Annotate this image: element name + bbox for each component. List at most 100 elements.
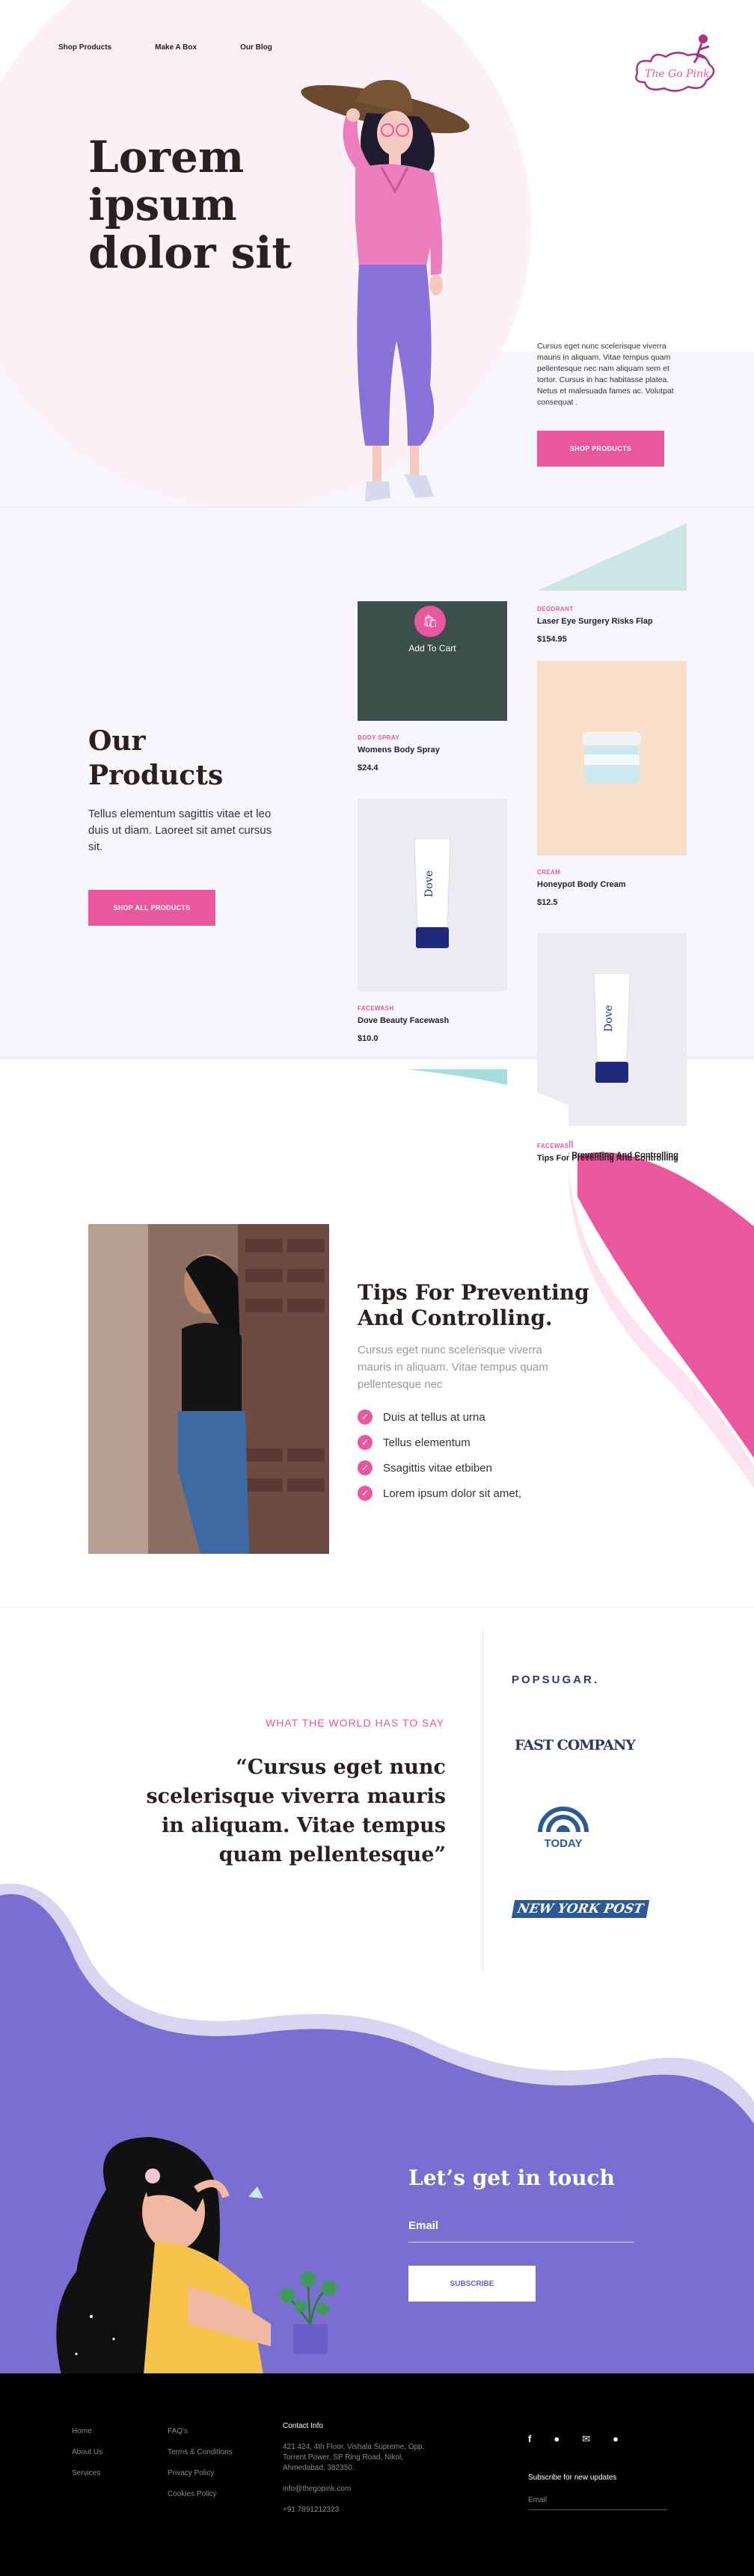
list-item-label: Ssagittis vitae etbiben bbox=[383, 1461, 492, 1475]
mail-icon[interactable]: ✉ bbox=[582, 2433, 590, 2445]
footer-contact-heading: Contact Info bbox=[283, 2422, 323, 2430]
footer-link-terms[interactable]: Terms & Conditions bbox=[168, 2442, 233, 2463]
product-category: FACEWASH bbox=[537, 1143, 574, 1149]
product-price: $154.95 bbox=[537, 635, 567, 644]
product-price: $24.4 bbox=[358, 763, 378, 772]
hero-woman-illustration bbox=[301, 79, 470, 502]
footer: Home About Us Services FAQ's Terms & Con… bbox=[0, 2373, 754, 2576]
chat-icon[interactable]: ● bbox=[613, 2433, 619, 2445]
footer-address-line: 421 424, 4th Floor, Vishala Supreme, Opp… bbox=[283, 2443, 425, 2451]
subscribe-heading: Subscribe for new updates bbox=[528, 2474, 617, 2482]
product-category: CREAM bbox=[537, 869, 561, 876]
product-name[interactable]: Womens Body Spray bbox=[358, 746, 507, 754]
press-divider bbox=[482, 1629, 483, 1973]
products-section-title: Our Products bbox=[88, 724, 223, 793]
product-name[interactable]: Dove Beauty Facewash bbox=[358, 1016, 507, 1025]
product-price: $10.0 bbox=[358, 1034, 378, 1043]
tips-list: ✓ Duis at tellus at urna ✓ Tellus elementu… bbox=[358, 1404, 521, 1506]
check-icon: ✓ bbox=[358, 1486, 373, 1501]
product-name[interactable]: Tips For Preventing And Controlling bbox=[537, 1154, 687, 1163]
footer-email[interactable]: info@thegopink.com bbox=[283, 2484, 447, 2494]
social-links: f ● ✉ ● bbox=[528, 2433, 619, 2445]
products-title-line: Our bbox=[88, 725, 146, 757]
product-image: Dove bbox=[358, 799, 507, 992]
today-logo[interactable]: TODAY bbox=[536, 1805, 591, 1854]
facebook-icon[interactable]: f bbox=[528, 2433, 531, 2445]
nav-shop-products[interactable]: Shop Products bbox=[58, 43, 111, 52]
footer-address-line: Ahmedabad, 382350. bbox=[283, 2464, 355, 2472]
products-section-description: Tellus elementum sagittis vitae et leo d… bbox=[88, 808, 272, 853]
hero-description: Cursus eget nunc scelerisque viverra mau… bbox=[537, 342, 674, 407]
today-logo-text: TODAY bbox=[544, 1837, 583, 1850]
brand-logo-mark bbox=[635, 34, 715, 92]
fast-company-logo[interactable]: FAST COMPANY bbox=[515, 1737, 636, 1753]
svg-text:Dove: Dove bbox=[423, 870, 435, 897]
shop-products-button[interactable]: SHOP PRODUCTS bbox=[537, 431, 664, 467]
footer-link-home[interactable]: Home bbox=[72, 2421, 102, 2442]
product-card[interactable]: 🛍 Add To Cart BODY SPRAY Womens Body Spr… bbox=[358, 601, 507, 772]
whatsapp-icon[interactable]: ● bbox=[554, 2433, 560, 2445]
svg-text:Dove: Dove bbox=[603, 1005, 615, 1032]
nav-make-a-box[interactable]: Make A Box bbox=[155, 43, 197, 52]
footer-link-cookies[interactable]: Cookies Policy bbox=[168, 2484, 233, 2505]
press-eyebrow: WHAT THE WORLD HAS TO SAY bbox=[266, 1717, 444, 1729]
dove-facewash-tube: Dove bbox=[414, 839, 451, 948]
footer-link-services[interactable]: Services bbox=[72, 2463, 102, 2484]
main-nav: Shop Products Make A Box Our Blog bbox=[58, 43, 272, 52]
subscribe-button[interactable]: SUBSCRIBE bbox=[408, 2266, 536, 2302]
hero-title-line: Lorem bbox=[88, 132, 245, 182]
list-item: ✓ Tellus elementum bbox=[358, 1430, 521, 1455]
product-category: DEODRANT bbox=[537, 606, 574, 612]
list-item-label: Lorem ipsum dolor sit amet, bbox=[383, 1487, 522, 1500]
footer-link-privacy[interactable]: Privacy Policy bbox=[168, 2463, 233, 2484]
footer-col-main: Home About Us Services bbox=[72, 2421, 102, 2484]
footer-contact: Contact Info 421 424, 4th Floor, Vishala… bbox=[283, 2421, 447, 2515]
add-to-cart-button[interactable]: Add To Cart bbox=[358, 643, 507, 654]
cart-icon[interactable]: 🛍 bbox=[414, 606, 446, 637]
list-item: ✓ Ssagittis vitae etbiben bbox=[358, 1455, 521, 1481]
today-logo-arcs bbox=[538, 1807, 589, 1833]
hero-title: Lorem ipsum dolor sit bbox=[88, 133, 292, 277]
footer-link-faqs[interactable]: FAQ's bbox=[168, 2421, 233, 2442]
list-item: ✓ Duis at tellus at urna bbox=[358, 1404, 521, 1430]
product-category: FACEWASH bbox=[358, 1005, 394, 1012]
products-title-line: Products bbox=[88, 760, 224, 791]
brand-logo-text: The Go Pink bbox=[645, 68, 710, 80]
product-name[interactable]: Laser Eye Surgery Risks Flap bbox=[537, 617, 687, 626]
tips-title-line: And Controlling. bbox=[358, 1306, 553, 1330]
cream-jar bbox=[583, 732, 641, 783]
woman-illustration-contact bbox=[56, 2137, 337, 2375]
product-category: BODY SPRAY bbox=[358, 734, 400, 741]
contact-title: Let’s get in touch bbox=[408, 2165, 615, 2190]
shop-all-products-button[interactable]: SHOP ALL PRODUCTS bbox=[88, 890, 215, 926]
check-icon: ✓ bbox=[358, 1460, 373, 1475]
popsugar-logo[interactable]: POPSUGAR. bbox=[512, 1673, 599, 1686]
footer-email-underline bbox=[528, 2509, 667, 2510]
tips-title-line: Tips For Preventing bbox=[358, 1280, 589, 1305]
product-image: 🛍 Add To Cart bbox=[358, 601, 507, 721]
tips-title: Tips For Preventing And Controlling. bbox=[358, 1280, 589, 1331]
new-york-post-logo[interactable]: NEW YORK POST bbox=[511, 1900, 649, 1918]
footer-link-about[interactable]: About Us bbox=[72, 2442, 102, 2463]
tips-description: Cursus eget nunc scelerisque viverra mau… bbox=[358, 1344, 548, 1391]
list-item-label: Tellus elementum bbox=[383, 1436, 471, 1449]
product-card[interactable]: DEODRANT Laser Eye Surgery Risks Flap $1… bbox=[537, 606, 687, 644]
check-icon: ✓ bbox=[358, 1435, 373, 1450]
footer-address-line: Torrent Power, SP Ring Road, Nikol, bbox=[283, 2453, 404, 2462]
hero-title-line: dolor sit bbox=[88, 227, 292, 278]
product-card[interactable]: CREAM Honeypot Body Cream $12.5 bbox=[537, 661, 687, 907]
email-field[interactable]: Email bbox=[408, 2219, 438, 2232]
footer-email-input[interactable]: Email bbox=[528, 2496, 547, 2504]
check-icon: ✓ bbox=[358, 1410, 373, 1424]
woman-photo bbox=[88, 1224, 329, 1554]
nav-our-blog[interactable]: Our Blog bbox=[240, 43, 272, 52]
press-quote: “Cursus eget nunc scelerisque viverra ma… bbox=[146, 1756, 446, 1866]
product-name[interactable]: Honeypot Body Cream bbox=[537, 880, 687, 889]
brand-logo[interactable]: The Go Pink bbox=[631, 28, 721, 96]
footer-phone[interactable]: +91 7891212323 bbox=[283, 2505, 447, 2515]
footer-col-legal: FAQ's Terms & Conditions Privacy Policy … bbox=[168, 2421, 233, 2505]
product-card[interactable]: Dove FACEWASH Dove Beauty Facewash $10.0 bbox=[358, 799, 507, 1043]
overlap-text-partial: FACEWASH Tips For Preventing And Control… bbox=[537, 1143, 687, 1163]
list-item-label: Duis at tellus at urna bbox=[383, 1410, 485, 1424]
email-field-underline bbox=[408, 2242, 634, 2243]
